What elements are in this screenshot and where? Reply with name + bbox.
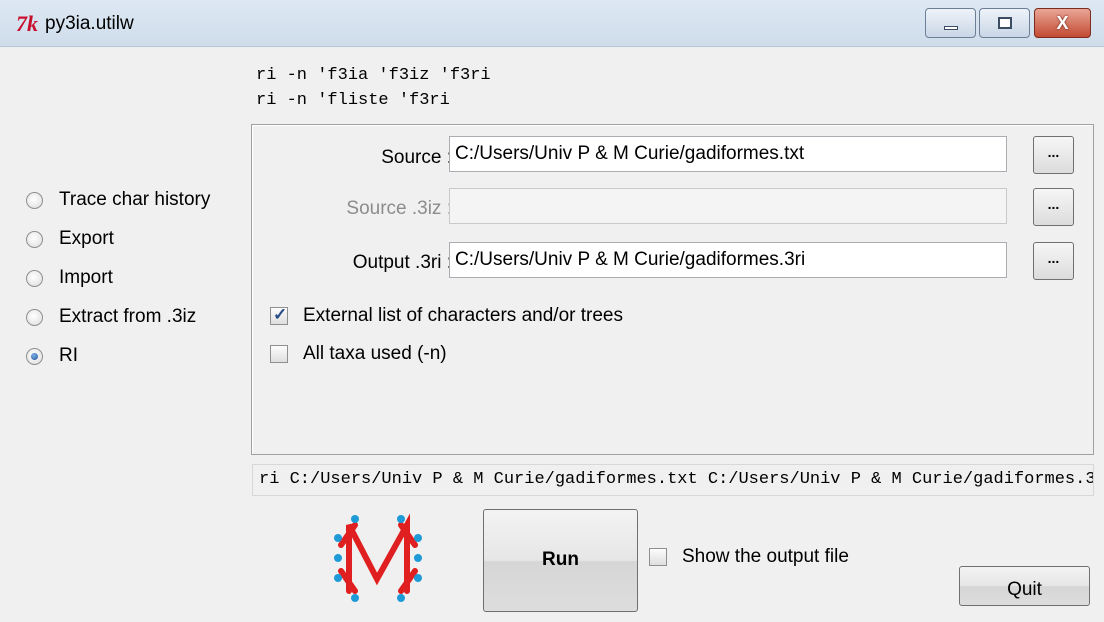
mode-radio-ri[interactable]: RI: [26, 343, 78, 369]
output-3ri-field[interactable]: C:/Users/Univ P & M Curie/gadiformes.3ri: [449, 242, 1007, 278]
options-frame: Source : C:/Users/Univ P & M Curie/gadif…: [251, 124, 1094, 455]
mode-radio-import[interactable]: Import: [26, 265, 113, 291]
all-taxa-checkbox[interactable]: [270, 345, 288, 363]
external-list-checkbox-row[interactable]: External list of characters and/or trees: [270, 305, 623, 327]
logo-node: [397, 515, 405, 523]
source-label: Source :: [381, 147, 452, 168]
browse-output-3ri-button[interactable]: ...: [1033, 242, 1074, 280]
all-taxa-checkbox-row[interactable]: All taxa used (-n): [270, 343, 447, 365]
radio-indicator[interactable]: [26, 308, 43, 326]
radio-indicator[interactable]: [26, 269, 43, 287]
close-button[interactable]: X: [1034, 8, 1091, 38]
maximize-icon: [998, 17, 1012, 29]
mode-label: Extract from .3iz: [59, 306, 197, 327]
external-list-label: External list of characters and/or trees: [303, 305, 623, 326]
logo-node: [334, 534, 342, 542]
close-icon: X: [1056, 13, 1069, 33]
mode-label: Trace char history: [59, 189, 211, 210]
show-output-label: Show the output file: [682, 546, 849, 567]
show-output-checkbox-row[interactable]: Show the output file: [649, 546, 849, 568]
maximize-button[interactable]: [979, 8, 1030, 38]
mode-label: Export: [59, 228, 114, 249]
minimize-icon: [944, 26, 958, 30]
window-title: py3ia.utilw: [45, 13, 134, 34]
radio-indicator[interactable]: [26, 230, 43, 248]
source-3iz-label: Source .3iz :: [346, 198, 452, 219]
source-field[interactable]: C:/Users/Univ P & M Curie/gadiformes.txt: [449, 136, 1007, 172]
output-3ri-label: Output .3ri :: [352, 252, 452, 273]
browse-source-button[interactable]: ...: [1033, 136, 1074, 174]
source-3iz-field[interactable]: [449, 188, 1007, 224]
window-client-area: ri -n 'f3ia 'f3iz 'f3ri ri -n 'fliste 'f…: [9, 48, 1095, 616]
command-line-1: ri -n 'f3ia 'f3iz 'f3ri: [256, 66, 491, 85]
command-preview: ri C:/Users/Univ P & M Curie/gadiformes.…: [252, 464, 1094, 496]
mode-radio-export[interactable]: Export: [26, 226, 114, 252]
run-button[interactable]: Run: [483, 509, 638, 612]
app-logo: [334, 513, 422, 602]
logo-node: [414, 554, 422, 562]
browse-source-3iz-button[interactable]: ...: [1033, 188, 1074, 226]
logo-node: [414, 534, 422, 542]
quit-button[interactable]: Quit: [959, 566, 1090, 606]
mode-radio-extract-from-3iz[interactable]: Extract from .3iz: [26, 304, 196, 330]
logo-node: [334, 574, 342, 582]
logo-node: [351, 594, 359, 602]
all-taxa-label: All taxa used (-n): [303, 343, 447, 364]
external-list-checkbox[interactable]: [270, 305, 288, 325]
logo-node: [351, 515, 359, 523]
show-output-checkbox[interactable]: [649, 548, 667, 566]
mode-radio-trace-char-history[interactable]: Trace char history: [26, 187, 210, 213]
command-line-2: ri -n 'fliste 'f3ri: [256, 91, 450, 110]
minimize-button[interactable]: [925, 8, 976, 38]
logo-node: [397, 594, 405, 602]
mode-label: Import: [59, 267, 113, 288]
mode-label: RI: [59, 345, 78, 366]
radio-indicator-selected[interactable]: [26, 347, 43, 365]
radio-indicator[interactable]: [26, 191, 43, 209]
logo-node: [414, 574, 422, 582]
tk-feather-icon: 7k: [16, 11, 38, 36]
logo-node: [334, 554, 342, 562]
title-bar: 7k py3ia.utilw X: [0, 0, 1104, 47]
logo-stroke: [346, 513, 410, 594]
